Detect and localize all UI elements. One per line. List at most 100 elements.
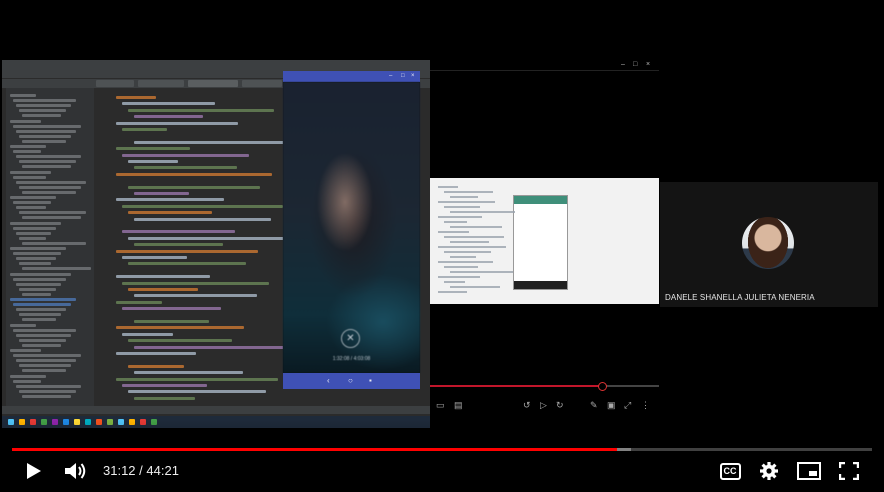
play-icon[interactable]: ▷ (540, 400, 547, 411)
project-tree-item[interactable] (22, 343, 61, 347)
mini-code-line (438, 216, 482, 218)
project-tree-item[interactable] (13, 252, 61, 256)
project-tree-item[interactable] (22, 139, 66, 143)
maximize-icon: □ (633, 61, 638, 68)
code-line (116, 275, 210, 279)
project-tree-item[interactable] (16, 257, 56, 261)
played-bar (12, 448, 617, 451)
secondary-progress-bar[interactable] (430, 382, 659, 391)
project-tree-item[interactable] (22, 241, 86, 245)
project-tree-item[interactable] (22, 318, 56, 322)
project-tree-item[interactable] (13, 99, 76, 103)
project-tree-item[interactable] (13, 150, 41, 154)
project-tree-item[interactable] (22, 292, 51, 296)
mute-button[interactable] (62, 458, 90, 484)
code-line (116, 172, 272, 176)
project-tree-item[interactable] (10, 349, 41, 352)
project-tree-item[interactable] (19, 338, 66, 342)
project-tree-item[interactable] (10, 272, 71, 276)
rewind-icon[interactable]: ↺ (523, 400, 531, 411)
code-line (122, 128, 167, 131)
expand-icon[interactable]: ⤢ (624, 400, 631, 411)
more-icon[interactable]: ⋮ (641, 400, 650, 411)
project-tree-item[interactable] (22, 369, 66, 373)
code-line (134, 217, 271, 221)
project-tree-item[interactable] (16, 104, 71, 108)
code-line (128, 185, 260, 189)
project-tree-item[interactable] (16, 308, 66, 312)
project-tree-item[interactable] (10, 221, 61, 225)
settings-button[interactable] (755, 458, 783, 484)
project-tree-item[interactable] (22, 267, 91, 271)
project-tree-item[interactable] (16, 384, 81, 388)
forward-icon[interactable]: ↻ (556, 400, 564, 411)
project-tree-item[interactable] (19, 287, 56, 291)
mini-code-line (438, 276, 480, 278)
mini-code-line (450, 271, 513, 273)
project-tree-item[interactable] (19, 313, 61, 317)
fullscreen-button[interactable] (835, 458, 863, 484)
miniplayer-button[interactable] (795, 458, 823, 484)
project-tree-item[interactable] (22, 165, 71, 169)
project-tree-item[interactable] (19, 389, 76, 393)
video-frame[interactable]: – □ × ✕ 1:32:08 / 4:03:08 ‹ ○ ▪ – □ × ▭ … (0, 0, 884, 492)
project-tree-item[interactable] (16, 129, 76, 133)
project-tree-item[interactable] (13, 124, 81, 128)
code-line (122, 230, 235, 234)
project-tree-item[interactable] (13, 226, 56, 230)
code-line (134, 320, 209, 323)
project-tree-item[interactable] (13, 354, 81, 358)
edit-icon[interactable]: ✎ (590, 400, 598, 411)
project-tree-item[interactable] (19, 109, 66, 113)
code-line (134, 294, 257, 298)
project-tree-item[interactable] (19, 160, 76, 164)
project-tree-item[interactable] (10, 247, 66, 250)
project-tree-item[interactable] (19, 185, 81, 189)
project-tree-item[interactable] (19, 134, 71, 138)
project-tree-item[interactable] (16, 155, 81, 159)
project-tree-item[interactable] (13, 303, 71, 307)
project-tree-item[interactable] (19, 262, 51, 266)
project-tree-item[interactable] (16, 206, 46, 210)
captions-icon[interactable]: ▭ (436, 400, 445, 411)
closed-captions-icon: CC (719, 462, 741, 480)
code-line (134, 115, 203, 119)
secondary-scrubber[interactable] (597, 382, 607, 391)
project-tree-item[interactable] (22, 216, 81, 220)
project-tree-item[interactable] (19, 211, 86, 215)
screen-icon[interactable]: ▤ (454, 400, 463, 411)
progress-bar[interactable] (12, 448, 872, 451)
project-tree-item[interactable] (10, 298, 76, 301)
project-tree-item[interactable] (16, 282, 61, 286)
project-tree-item[interactable] (16, 231, 51, 235)
project-tree-item[interactable] (13, 379, 41, 383)
project-tree-item[interactable] (16, 180, 86, 184)
project-tree-item[interactable] (10, 170, 51, 174)
project-tree-item[interactable] (13, 201, 51, 205)
project-tree-item[interactable] (10, 323, 36, 327)
project-tree-item[interactable] (13, 328, 76, 332)
project-tree-item[interactable] (10, 94, 36, 97)
project-tree-item[interactable] (19, 236, 46, 240)
android-emulator: – □ × ✕ 1:32:08 / 4:03:08 ‹ ○ ▪ (283, 71, 420, 389)
project-tree-item[interactable] (13, 175, 46, 179)
emulator-nav-bar: ‹ ○ ▪ (283, 373, 420, 389)
crop-icon[interactable]: ▣ (607, 400, 616, 411)
project-tree-item[interactable] (10, 145, 46, 148)
project-tree-item[interactable] (22, 394, 71, 398)
project-tree-item[interactable] (10, 196, 56, 199)
subtitles-button[interactable]: CC (716, 458, 744, 484)
ide-status-bar (2, 406, 430, 414)
project-tree-item[interactable] (16, 359, 76, 363)
project-tree-item[interactable] (13, 277, 66, 281)
project-tree-item[interactable] (10, 119, 41, 123)
emulator-video-screen: ✕ 1:32:08 / 4:03:08 (283, 82, 420, 373)
project-tree-item[interactable] (22, 190, 76, 194)
project-tree-item[interactable] (16, 333, 71, 337)
play-button[interactable] (20, 458, 48, 484)
mini-emulator (513, 195, 568, 290)
project-tree-item[interactable] (22, 114, 61, 118)
project-tree-item[interactable] (19, 364, 71, 368)
mini-code-line (444, 251, 491, 253)
project-tree-item[interactable] (10, 374, 46, 378)
